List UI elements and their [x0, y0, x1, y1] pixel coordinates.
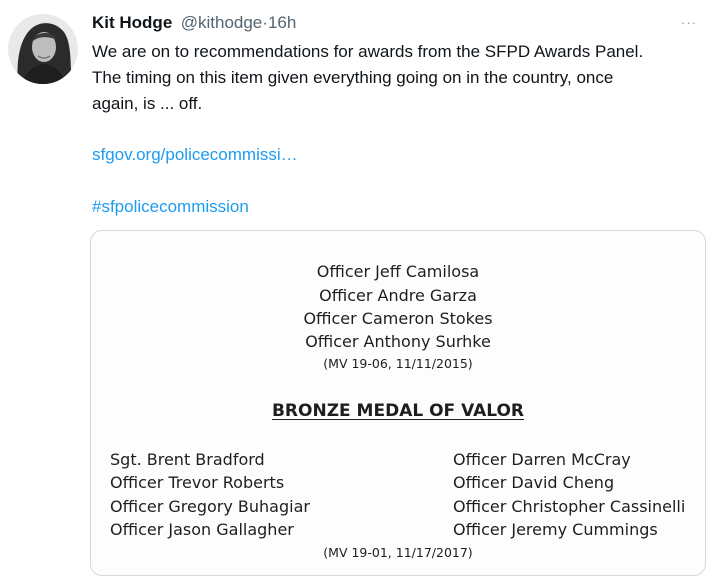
- officer-name: Officer Darren McCray: [453, 450, 631, 469]
- tweet-text-line: We are on to recommendations for awards …: [92, 42, 644, 61]
- officer-name: Officer Jeremy Cummings: [453, 520, 658, 539]
- officer-name: Officer Cameron Stokes: [303, 309, 493, 328]
- officer-name: Sgt. Brent Bradford: [110, 450, 265, 469]
- officer-name: Officer Jason Gallagher: [110, 520, 294, 539]
- tweet-text-line: The timing on this item given everything…: [92, 68, 614, 87]
- tweet: Kit Hodge @kithodge·16h ··· We are on to…: [0, 0, 719, 585]
- officer-name: Officer Andre Garza: [319, 286, 477, 305]
- avatar-photo: [8, 14, 78, 84]
- hashtag-link[interactable]: #sfpolicecommission: [92, 197, 249, 217]
- cut-off-heading: [241, 231, 485, 234]
- citation: (MV 19-06, 11/11/2015): [323, 356, 473, 371]
- document-page: Officer Jeff Camilosa Officer Andre Garz…: [91, 231, 705, 575]
- officer-name: Officer Gregory Buhagiar: [110, 497, 310, 516]
- attached-document-image[interactable]: Officer Jeff Camilosa Officer Andre Garz…: [90, 230, 706, 576]
- officer-name: Officer David Cheng: [453, 473, 615, 492]
- tweet-text-line: again, is ... off.: [92, 94, 203, 113]
- author-name[interactable]: Kit Hodge: [92, 13, 172, 32]
- avatar[interactable]: [8, 14, 78, 84]
- more-options-icon[interactable]: ···: [681, 15, 697, 30]
- officer-name: Officer Anthony Surhke: [305, 332, 491, 351]
- officer-name: Officer Christopher Cassinelli: [453, 497, 686, 516]
- section-heading: BRONZE MEDAL OF VALOR: [271, 401, 525, 421]
- author-handle[interactable]: @kithodge: [181, 13, 263, 32]
- officer-name: Officer Trevor Roberts: [110, 473, 285, 492]
- citation: (MV 19-01, 11/17/2017): [323, 545, 473, 560]
- officer-name: Officer Jeff Camilosa: [316, 262, 480, 281]
- tweet-link[interactable]: sfgov.org/policecommissi…: [92, 145, 298, 165]
- tweet-text: We are on to recommendations for awards …: [92, 39, 702, 117]
- tweet-header: Kit Hodge @kithodge·16h ···: [92, 13, 699, 37]
- tweet-timestamp[interactable]: 16h: [268, 13, 296, 32]
